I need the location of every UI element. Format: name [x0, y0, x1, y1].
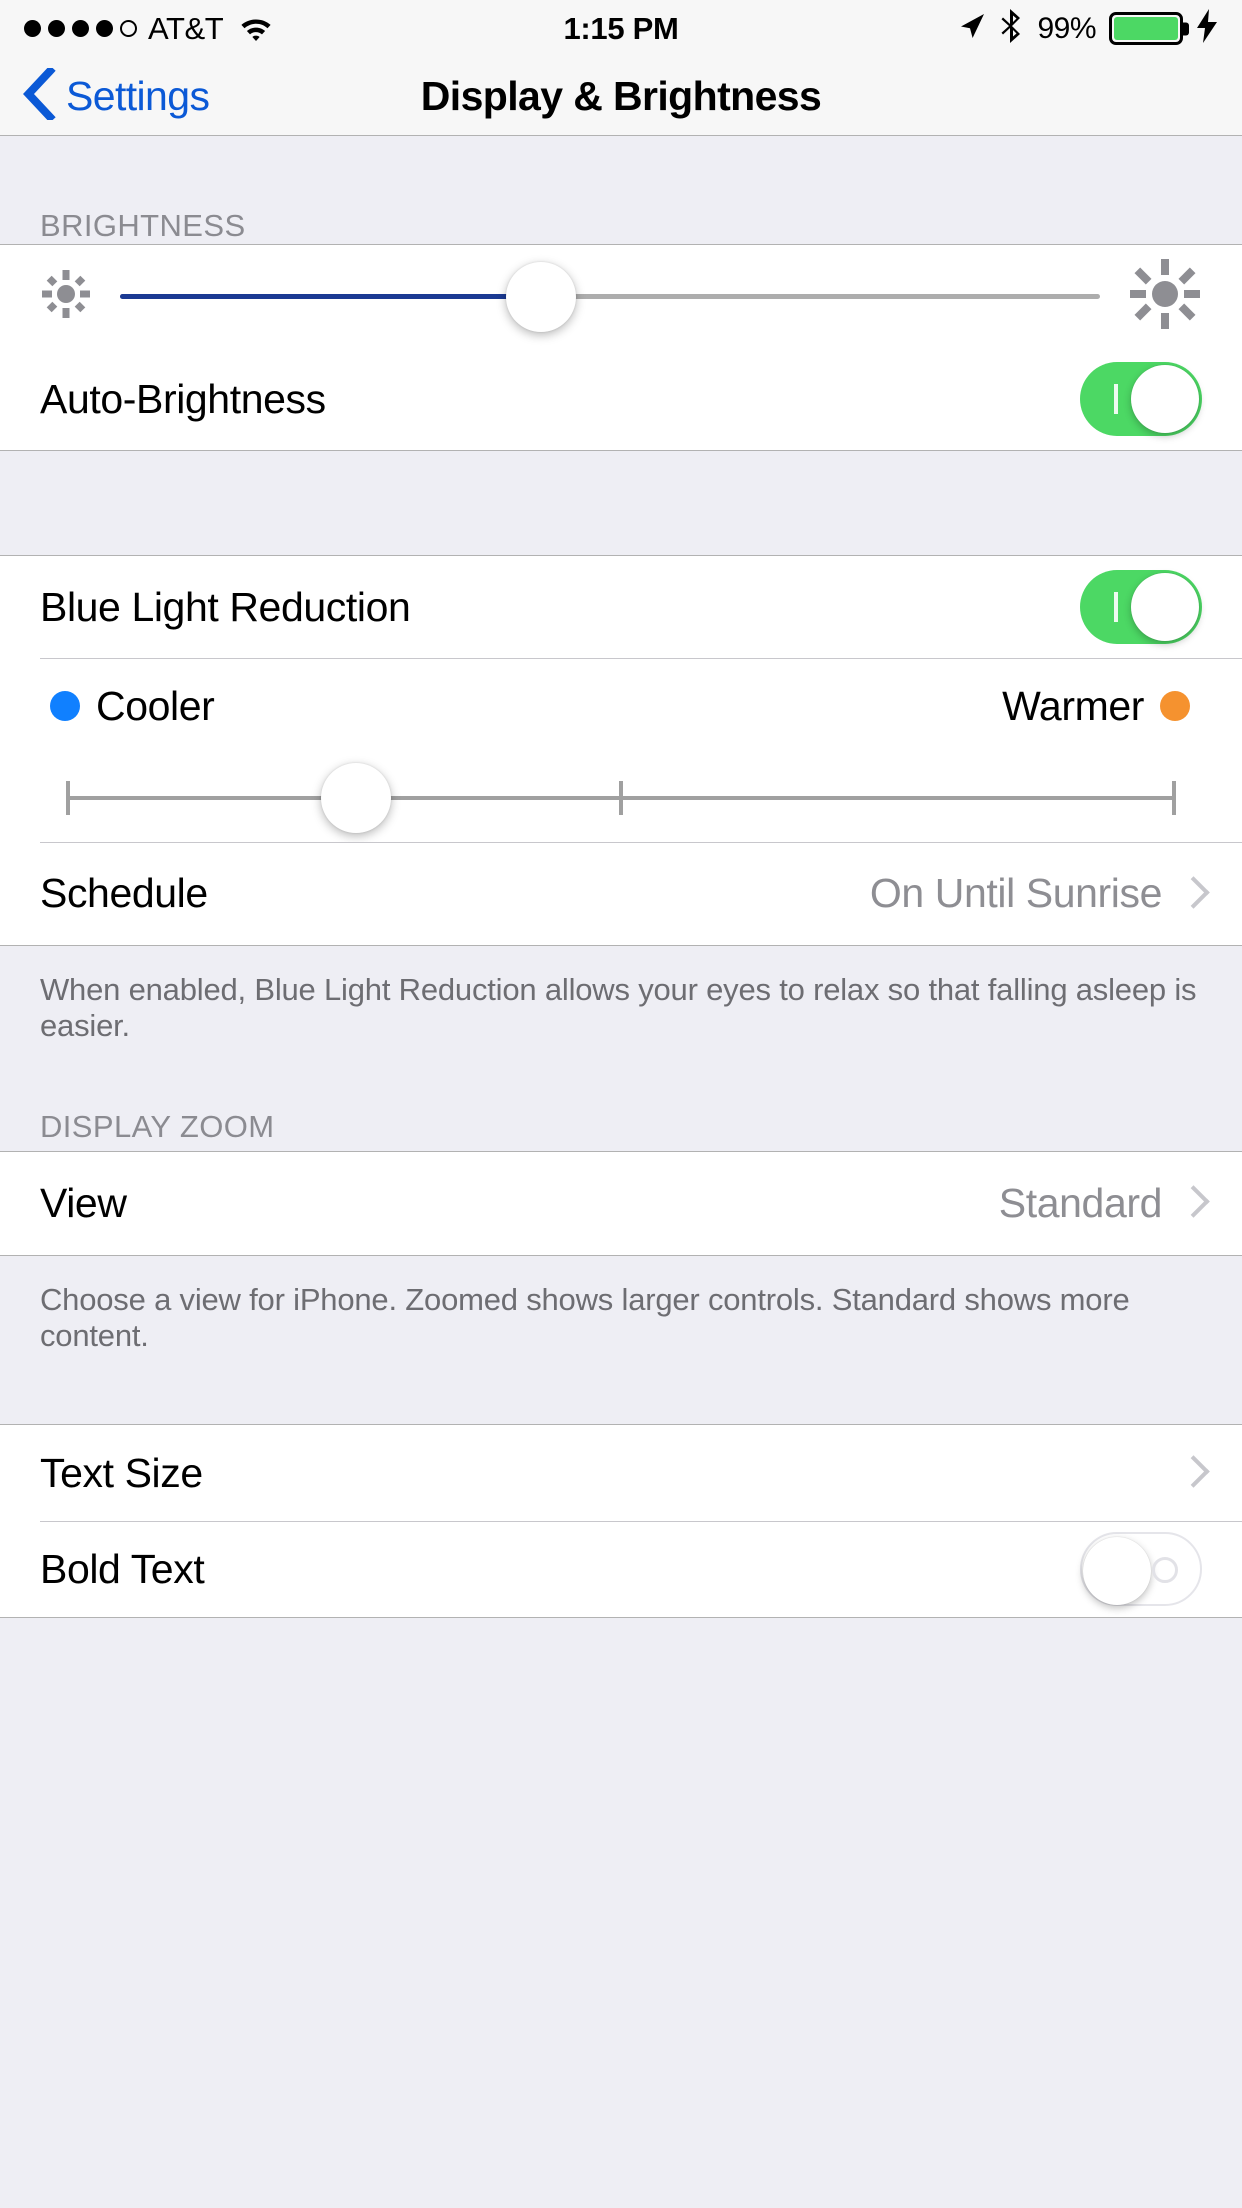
schedule-label: Schedule [40, 870, 208, 916]
iphone-screen: AT&T 1:15 PM 99% Settings Display & Brig… [0, 0, 1242, 2208]
bold-text-right [1080, 1532, 1202, 1607]
toggle-knob [1131, 573, 1199, 641]
chevron-right-icon [1180, 1454, 1202, 1492]
sun-small-icon [40, 268, 92, 325]
settings-content: BRIGHTNESS Auto-Brightness Blue Light Re… [0, 136, 1242, 1619]
display-zoom-group: View Standard [0, 1150, 1242, 1256]
color-temperature-row: Cooler Warmer [0, 658, 1242, 842]
auto-brightness-toggle[interactable] [1080, 362, 1202, 436]
chevron-right-icon [1180, 1184, 1202, 1222]
brightness-slider-thumb[interactable] [506, 261, 577, 332]
warmer-side: Warmer [1002, 683, 1190, 730]
view-row[interactable]: View Standard [0, 1151, 1242, 1255]
temperature-slider-track [66, 781, 1176, 815]
text-size-row[interactable]: Text Size [0, 1425, 1242, 1522]
view-value: Standard [998, 1179, 1163, 1226]
view-right: Standard [999, 1180, 1202, 1227]
brightness-group: Auto-Brightness [0, 244, 1242, 451]
status-bar-right: 99% [955, 8, 1218, 49]
auto-brightness-label: Auto-Brightness [40, 375, 326, 422]
brightness-slider-track [120, 294, 1100, 299]
auto-brightness-row[interactable]: Auto-Brightness [0, 348, 1242, 450]
view-label: View [40, 1179, 127, 1226]
back-to-settings-button[interactable]: Settings [22, 64, 210, 125]
brightness-section-header: BRIGHTNESS [40, 208, 246, 243]
blue-light-reduction-label: Blue Light Reduction [40, 583, 411, 630]
blue-light-reduction-row[interactable]: Blue Light Reduction [0, 556, 1242, 658]
toggle-on-mark [1114, 384, 1118, 414]
toggle-knob [1083, 1537, 1151, 1606]
blue-light-group: Blue Light Reduction Cooler Warmer Sched… [0, 555, 1242, 946]
battery-percentage: 99% [1037, 11, 1096, 45]
text-group: Text Size Bold Text [0, 1424, 1242, 1619]
temperature-tick [66, 781, 70, 815]
toggle-knob [1131, 365, 1199, 433]
cellular-signal-dots [24, 20, 137, 37]
battery-cap [1183, 22, 1189, 35]
toggle-off-mark [1152, 1557, 1178, 1584]
warmer-color-dot [1160, 691, 1190, 721]
brightness-slider-fill [120, 294, 542, 299]
schedule-right: On Until Sunrise [870, 870, 1202, 917]
battery-icon [1109, 12, 1189, 45]
signal-dot-filled [48, 20, 65, 37]
brightness-slider[interactable] [120, 260, 1100, 334]
color-temperature-slider[interactable] [0, 754, 1242, 842]
temperature-labels: Cooler Warmer [0, 658, 1242, 754]
signal-dot-filled [72, 20, 89, 37]
cooler-label: Cooler [96, 682, 215, 729]
navigation-bar: Settings Display & Brightness [0, 57, 1242, 136]
status-bar: AT&T 1:15 PM 99% [0, 0, 1242, 57]
carrier-label: AT&T [148, 10, 224, 46]
bluetooth-icon [1000, 8, 1024, 49]
schedule-row[interactable]: Schedule On Until Sunrise [0, 842, 1242, 945]
display-zoom-footer-text: Choose a view for iPhone. Zoomed shows l… [40, 1281, 1130, 1353]
sun-large-icon [1128, 257, 1202, 336]
back-button-label: Settings [66, 72, 210, 119]
section-gap [0, 451, 1242, 555]
signal-dot-filled [96, 20, 113, 37]
auto-brightness-right [1080, 362, 1202, 436]
blue-light-reduction-toggle[interactable] [1080, 570, 1202, 644]
temperature-tick [619, 781, 623, 815]
brightness-slider-row [0, 245, 1242, 348]
cooler-side: Cooler [50, 682, 215, 730]
text-size-label: Text Size [40, 1449, 203, 1496]
display-zoom-section-header: DISPLAY ZOOM [40, 1108, 275, 1144]
temperature-tick [1172, 781, 1176, 815]
wifi-icon [238, 15, 274, 43]
bold-text-toggle[interactable] [1080, 1532, 1202, 1607]
chevron-left-icon [22, 64, 56, 125]
temperature-track-wrap [66, 763, 1176, 833]
toggle-on-mark [1114, 592, 1118, 622]
location-arrow-icon [955, 10, 987, 47]
blue-light-reduction-right [1080, 570, 1202, 644]
schedule-value: On Until Sunrise [869, 870, 1163, 916]
text-size-right [1180, 1454, 1202, 1492]
signal-dot-filled [24, 20, 41, 37]
cooler-color-dot [50, 691, 80, 721]
signal-dot-empty [120, 20, 137, 37]
temperature-slider-thumb[interactable] [320, 763, 391, 833]
bold-text-row[interactable]: Bold Text [0, 1521, 1242, 1618]
lightning-bolt-icon [1196, 9, 1218, 48]
bold-text-label: Bold Text [40, 1545, 205, 1592]
blue-light-footer-text: When enabled, Blue Light Reduction allow… [40, 972, 1197, 1044]
chevron-right-icon [1180, 875, 1202, 913]
status-bar-left: AT&T [24, 11, 274, 47]
battery-fill [1114, 17, 1178, 40]
warmer-label: Warmer [1002, 682, 1144, 729]
